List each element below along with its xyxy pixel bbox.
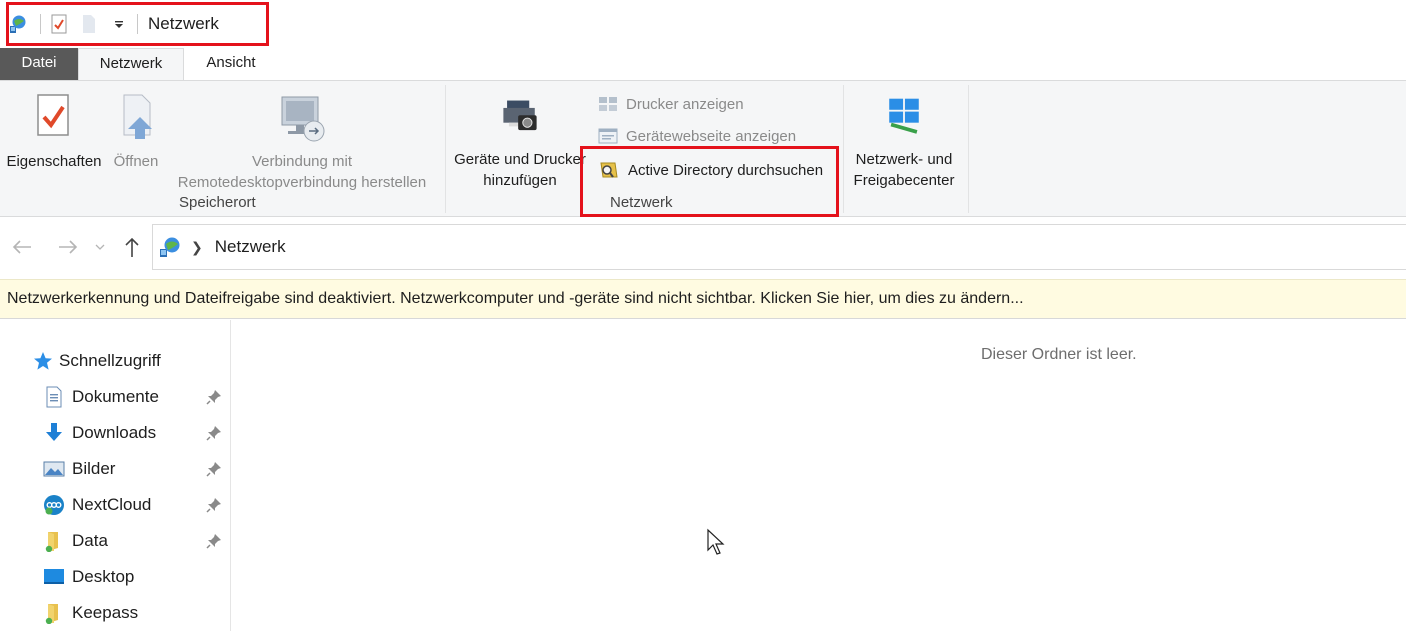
sidebar-item-label: Schnellzugriff: [59, 351, 161, 370]
download-arrow-icon: [43, 422, 65, 444]
tab-netzwerk[interactable]: Netzwerk: [78, 48, 184, 80]
network-discovery-infobar[interactable]: Netzwerkerkennung und Dateifreigabe sind…: [0, 279, 1406, 319]
forward-arrow-icon: [59, 240, 78, 254]
show-printers-label: Drucker anzeigen: [626, 95, 744, 113]
address-bar[interactable]: ❯ Netzwerk: [152, 224, 1406, 270]
pictures-icon: [43, 458, 65, 480]
breadcrumb-netzwerk[interactable]: Netzwerk: [215, 237, 286, 257]
remote-desktop-label-line1: Verbindung mit: [251, 153, 353, 170]
folder-icon: [43, 602, 65, 624]
network-sharing-center-label-line1: Netzwerk- und: [855, 151, 953, 168]
webpage-icon: [598, 128, 618, 144]
sidebar-item-nextcloud[interactable]: NextCloud: [0, 488, 231, 522]
up-arrow-icon: [125, 237, 139, 257]
forward-button[interactable]: [54, 233, 82, 261]
title-bar: Netzwerk: [0, 0, 1406, 48]
sidebar-item-data[interactable]: Data: [0, 524, 231, 558]
add-devices-button[interactable]: Geräte und Drucker hinzufügen: [450, 95, 590, 191]
empty-folder-message: Dieser Ordner ist leer.: [981, 346, 1137, 363]
tab-datei[interactable]: Datei: [0, 48, 78, 80]
group-label-speicherort: Speicherort: [179, 194, 256, 211]
sidebar-item-label: NextCloud: [72, 495, 152, 514]
show-printers-button[interactable]: Drucker anzeigen: [598, 92, 744, 116]
printers-icon: [599, 97, 617, 111]
properties-checkmark-icon: [37, 94, 69, 136]
sidebar-item-label: Keepass: [72, 603, 139, 622]
highlight-frame-title: [6, 2, 269, 46]
ribbon-group-separator-2: [843, 85, 844, 213]
chevron-down-icon: [95, 244, 105, 250]
network-sharing-center-button[interactable]: Netzwerk- und Freigabecenter: [846, 95, 962, 191]
highlight-frame-active-directory: [580, 146, 839, 217]
network-sharing-center-label-line2: Freigabecenter: [853, 172, 955, 189]
sidebar-item-label: Data: [72, 531, 108, 550]
sidebar-item-downloads[interactable]: Downloads: [0, 416, 231, 450]
sidebar-item-bilder[interactable]: Bilder: [0, 452, 231, 486]
back-arrow-icon: [12, 240, 31, 254]
pin-icon[interactable]: [206, 425, 222, 441]
star-icon: [32, 350, 54, 372]
pin-icon[interactable]: [206, 497, 222, 513]
desktop-icon: [43, 566, 65, 588]
show-device-webpage-label: Gerätewebseite anzeigen: [626, 127, 797, 145]
breadcrumb-chevron-icon[interactable]: ❯: [191, 239, 203, 256]
network-sharing-center-icon: [889, 98, 919, 134]
pin-icon[interactable]: [206, 389, 222, 405]
sidebar-item-dokumente[interactable]: Dokumente: [0, 380, 231, 414]
show-device-webpage-button[interactable]: Gerätewebseite anzeigen: [598, 124, 796, 148]
sidebar-item-desktop[interactable]: Desktop: [0, 560, 231, 594]
pin-icon[interactable]: [206, 533, 222, 549]
mouse-cursor-icon: [707, 528, 725, 555]
tab-ansicht[interactable]: Ansicht: [184, 48, 278, 80]
sidebar-item-label: Dokumente: [72, 387, 159, 406]
printer-camera-icon: [503, 100, 537, 131]
add-devices-label-line2: hinzufügen: [483, 172, 557, 189]
remote-desktop-button[interactable]: Verbindung mit Remotedesktopverbindung h…: [166, 93, 438, 193]
sidebar-item-label: Downloads: [72, 423, 157, 442]
folder-icon: [43, 530, 65, 552]
navigation-row: ❯ Netzwerk: [0, 223, 1406, 271]
properties-label: Eigenschaften: [6, 153, 102, 170]
open-document-icon: [123, 94, 152, 139]
back-button[interactable]: [8, 233, 36, 261]
up-button[interactable]: [118, 233, 146, 261]
ribbon-group-separator: [445, 85, 446, 213]
properties-button[interactable]: Eigenschaften: [4, 93, 104, 172]
sidebar-item-label: Desktop: [72, 567, 135, 586]
sidebar-item-schnellzugriff[interactable]: Schnellzugriff: [0, 344, 231, 378]
nextcloud-icon: [43, 494, 65, 516]
pin-icon[interactable]: [206, 461, 222, 477]
document-icon: [43, 386, 65, 408]
ribbon-tabs: Datei Netzwerk Ansicht: [0, 48, 1406, 80]
add-devices-label-line1: Geräte und Drucker: [454, 151, 586, 168]
sidebar-item-label: Bilder: [72, 459, 116, 478]
navigation-pane: Schnellzugriff Dokumente Downloads Bilde…: [0, 320, 231, 631]
remote-desktop-label-line2: Remotedesktopverbindung herstellen: [177, 174, 427, 191]
open-label: Öffnen: [113, 153, 159, 170]
network-globe-icon: [160, 237, 180, 257]
remote-desktop-icon: [281, 96, 325, 142]
recent-locations-button[interactable]: [90, 233, 110, 261]
sidebar-item-keepass[interactable]: Keepass: [0, 596, 231, 630]
ribbon-group-separator-3: [968, 85, 969, 213]
open-button[interactable]: Öffnen: [106, 93, 166, 172]
